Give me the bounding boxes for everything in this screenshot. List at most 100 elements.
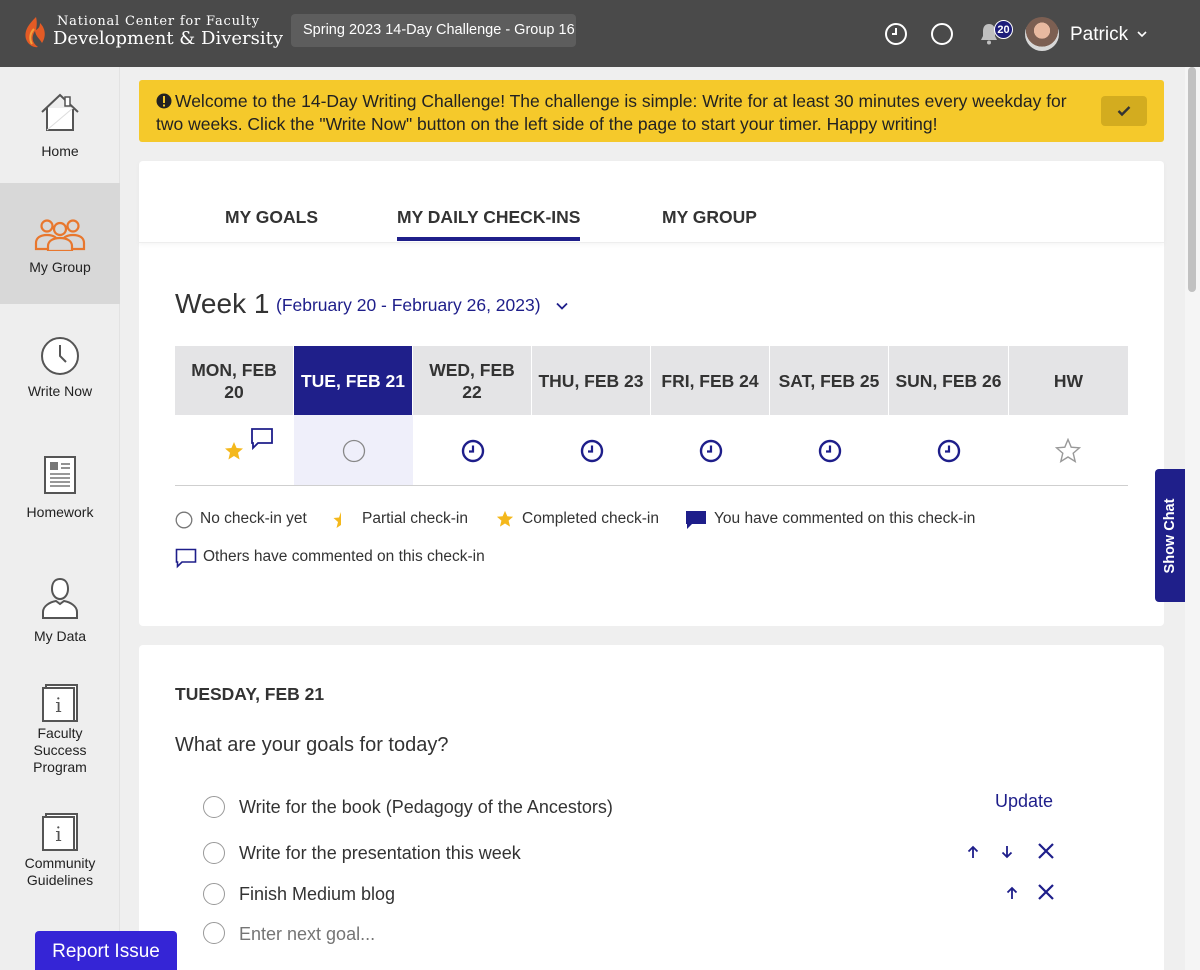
info-icon: i	[42, 813, 78, 851]
clock-icon	[461, 439, 485, 463]
move-down-icon[interactable]	[1000, 844, 1014, 860]
page-scrollbar[interactable]	[1185, 67, 1200, 970]
day-cell-hw[interactable]	[1009, 415, 1128, 485]
day-header-sun[interactable]: SUN, FEB 26	[889, 346, 1009, 415]
others-comment-icon	[175, 548, 197, 569]
day-header-fri[interactable]: FRI, FEB 24	[651, 346, 770, 415]
legend-you-commented: You have commented on this check-in	[685, 510, 975, 529]
daily-goals-card: TUESDAY, FEB 21 What are your goals for …	[139, 645, 1164, 970]
day-header-tue[interactable]: TUE, FEB 21	[294, 346, 413, 415]
sidebar-item-home[interactable]: Home	[0, 67, 120, 183]
logo-text-line1: National Center for Faculty	[57, 14, 260, 29]
update-link[interactable]: Update	[995, 791, 1053, 812]
clock-icon	[937, 439, 961, 463]
goal-checkbox[interactable]	[203, 796, 225, 818]
legend-others-commented: Others have commented on this check-in	[175, 548, 485, 569]
goal-checkbox[interactable]	[203, 842, 225, 864]
others-comment-icon	[251, 428, 273, 451]
sidebar-item-label: Homework	[26, 504, 94, 520]
show-chat-label: Show Chat	[1162, 498, 1178, 573]
move-up-icon[interactable]	[1005, 885, 1019, 901]
goal-item: Write for the presentation this week	[239, 843, 521, 863]
checkmark-icon	[1117, 106, 1131, 117]
clock-icon	[699, 439, 723, 463]
divider	[175, 485, 1128, 486]
sidebar-item-my-group[interactable]: My Group	[0, 183, 120, 304]
person-icon	[42, 577, 78, 619]
legend-completed-checkin: Completed check-in	[496, 510, 659, 528]
delete-goal-icon[interactable]	[1037, 842, 1055, 860]
chevron-down-icon[interactable]	[1136, 28, 1148, 40]
group-icon	[34, 219, 86, 251]
dismiss-banner-button[interactable]	[1101, 96, 1147, 126]
sidebar-item-label: Write Now	[27, 383, 93, 399]
user-name[interactable]: Patrick	[1070, 24, 1128, 46]
week-title: Week 1	[175, 288, 270, 319]
report-issue-button[interactable]: Report Issue	[35, 931, 177, 970]
day-header-hw[interactable]: HW	[1009, 346, 1128, 415]
sidebar-item-community-guidelines[interactable]: i Community Guidelines	[0, 797, 120, 917]
sidebar-item-label: Home	[41, 143, 79, 159]
document-icon	[44, 456, 76, 494]
sidebar-item-label: Faculty Success Program	[33, 725, 87, 775]
svg-text:i: i	[55, 693, 61, 717]
day-cell-wed[interactable]	[413, 415, 532, 485]
banner-message: Welcome to the 14-Day Writing Challenge!…	[156, 91, 1067, 134]
status-circle-icon[interactable]	[930, 22, 954, 46]
day-cell-thu[interactable]	[532, 415, 651, 485]
alert-icon	[156, 93, 172, 109]
day-header-thu[interactable]: THU, FEB 23	[532, 346, 651, 415]
show-chat-button[interactable]: Show Chat	[1155, 469, 1185, 602]
legend-partial-checkin: Partial check-in	[333, 510, 468, 528]
empty-circle-icon	[175, 511, 193, 529]
clock-icon	[580, 439, 604, 463]
checkins-card: MY GOALS MY DAILY CHECK-INS MY GROUP Wee…	[139, 161, 1164, 626]
svg-text:i: i	[55, 822, 61, 846]
day-header-sat[interactable]: SAT, FEB 25	[770, 346, 889, 415]
sidebar-item-label: My Group	[29, 259, 91, 275]
sidebar-item-faculty-success-program[interactable]: i Faculty Success Program	[0, 667, 120, 797]
delete-goal-icon[interactable]	[1037, 883, 1055, 901]
user-avatar[interactable]	[1025, 17, 1059, 51]
completed-star-icon	[225, 442, 243, 460]
move-up-icon[interactable]	[966, 844, 980, 860]
timer-clock-icon[interactable]	[884, 22, 908, 46]
flame-logo-icon	[25, 17, 45, 48]
goal-item: Write for the book (Pedagogy of the Ance…	[239, 797, 613, 817]
tab-my-group[interactable]: MY GROUP	[662, 207, 757, 228]
chevron-down-icon[interactable]	[555, 299, 569, 313]
tab-my-daily-check-ins[interactable]: MY DAILY CHECK-INS	[397, 207, 581, 241]
section-date: TUESDAY, FEB 21	[175, 684, 325, 704]
day-cell-mon[interactable]	[175, 415, 294, 485]
day-cell-tue[interactable]	[294, 415, 413, 485]
welcome-banner: Welcome to the 14-Day Writing Challenge!…	[139, 80, 1164, 142]
top-header: National Center for Faculty Development …	[0, 0, 1200, 67]
sidebar-item-write-now[interactable]: Write Now	[0, 304, 120, 425]
day-header-mon[interactable]: MON, FEB 20	[175, 346, 294, 415]
goals-question: What are your goals for today?	[175, 734, 449, 756]
day-header-wed[interactable]: WED, FEB 22	[413, 346, 532, 415]
sidebar-item-label: My Data	[33, 628, 87, 644]
home-icon	[41, 93, 79, 131]
empty-star-icon	[1055, 438, 1081, 464]
next-goal-input[interactable]	[239, 922, 639, 946]
scrollbar-thumb[interactable]	[1188, 67, 1196, 292]
tabs-bar: MY GOALS MY DAILY CHECK-INS MY GROUP	[139, 161, 1164, 243]
goal-checkbox[interactable]	[203, 883, 225, 905]
group-selector[interactable]: Spring 2023 14-Day Challenge - Group 16	[291, 14, 576, 47]
empty-circle-icon	[342, 439, 366, 463]
day-cell-sat[interactable]	[770, 415, 889, 485]
completed-star-icon	[496, 510, 514, 527]
day-cell-fri[interactable]	[651, 415, 770, 485]
sidebar-item-homework[interactable]: Homework	[0, 425, 120, 546]
legend-no-checkin: No check-in yet	[175, 510, 307, 529]
own-comment-icon	[686, 511, 706, 529]
clock-icon	[41, 337, 79, 375]
tab-my-goals[interactable]: MY GOALS	[225, 207, 318, 228]
goal-checkbox[interactable]	[203, 922, 225, 944]
goal-item: Finish Medium blog	[239, 884, 396, 904]
day-cell-sun[interactable]	[889, 415, 1009, 485]
sidebar-item-label: Community Guidelines	[24, 855, 96, 888]
sidebar-item-my-data[interactable]: My Data	[0, 546, 120, 667]
week-range-selector[interactable]: (February 20 - February 26, 2023)	[276, 295, 541, 316]
